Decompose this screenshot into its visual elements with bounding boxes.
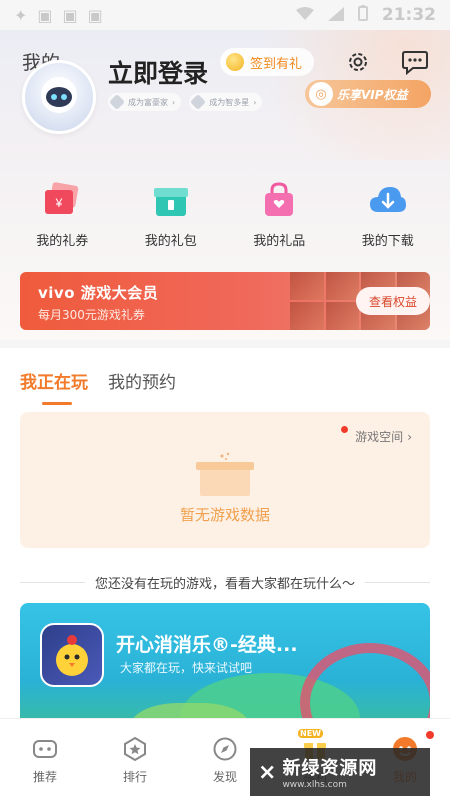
notification-dot <box>426 731 434 739</box>
quick-item-label: 我的礼券 <box>36 234 89 249</box>
level-chips: 成为富豪家 › 成为智多星 › <box>108 93 263 111</box>
hexagon-badge-icon <box>109 94 125 110</box>
notification-icon: ✦ <box>14 5 28 25</box>
settings-button[interactable] <box>342 46 374 78</box>
status-notification-icons: ✦ ▣ ▣ ▣ <box>14 6 103 25</box>
quick-actions: ¥ 我的礼券 我的礼包 我的礼品 我的下载 <box>0 180 450 260</box>
empty-state-text: 暂无游戏数据 <box>179 506 270 524</box>
wifi-icon <box>295 6 314 25</box>
avatar-robot-icon <box>41 77 77 113</box>
empty-box-icon <box>196 452 254 496</box>
level-chip-wisdom[interactable]: 成为智多星 › <box>189 93 263 111</box>
profile-header: 我的 立即登录 签到有礼 成为富豪家 › 成为智多星 › ◎ 乐享VIP权益 <box>0 30 450 160</box>
messages-button[interactable] <box>398 46 432 78</box>
notification-icon: ▣ <box>37 5 53 25</box>
vip-banner-subtitle: 每月300元游戏礼券 <box>38 308 145 322</box>
divider-line <box>20 581 85 583</box>
vip-badge-icon: ◎ <box>309 82 333 106</box>
section-divider <box>0 340 450 348</box>
quick-item-label: 我的礼包 <box>144 234 197 249</box>
quick-item-label: 我的礼品 <box>253 234 306 249</box>
level-chip-label: 成为富豪家 <box>128 97 168 107</box>
gift-box-icon <box>151 180 191 220</box>
signin-label: 签到有礼 <box>250 56 303 72</box>
game-title: 开心消消乐®-经典... <box>116 634 298 656</box>
status-time: 21:32 <box>381 5 436 25</box>
game-space-label: 游戏空间 <box>355 430 404 444</box>
game-subtitle: 大家都在玩，快来试试吧 <box>120 661 253 675</box>
game-tabs: 我正在玩 我的预约 <box>20 368 176 405</box>
chat-bubble-icon <box>402 51 428 75</box>
svg-text:¥: ¥ <box>55 196 63 210</box>
watermark: ⨯ 新绿资源网 www.xlhs.com <box>250 748 430 796</box>
signal-icon <box>327 6 344 25</box>
vip-membership-banner[interactable]: vivo 游戏大会员 每月300元游戏礼券 查看权益 <box>20 272 430 330</box>
compass-icon <box>211 735 239 763</box>
watermark-title: 新绿资源网 <box>282 758 378 779</box>
chevron-right-icon: › <box>407 429 412 444</box>
quick-item-gift-packs[interactable]: 我的礼包 <box>121 180 221 260</box>
tab-now-playing[interactable]: 我正在玩 <box>20 368 88 405</box>
view-benefits-button[interactable]: 查看权益 <box>356 287 430 315</box>
quick-item-label: 我的下载 <box>361 234 414 249</box>
game-space-link[interactable]: 游戏空间 › <box>341 426 412 445</box>
coupon-icon: ¥ <box>42 180 82 220</box>
vip-banner-title: vivo 游戏大会员 <box>38 284 159 302</box>
coin-icon <box>226 53 244 71</box>
recommendation-prompt: 您还没有在玩的游戏，看看大家都在玩什么～ <box>95 576 356 592</box>
nav-label: 发现 <box>212 770 237 784</box>
watermark-url: www.xlhs.com <box>282 780 347 790</box>
nav-ranking[interactable]: 排行 <box>100 735 170 800</box>
vip-tag-label: 乐享VIP权益 <box>337 87 408 102</box>
notification-icon: ▣ <box>87 5 103 25</box>
quick-item-downloads[interactable]: 我的下载 <box>338 180 438 260</box>
status-bar: ✦ ▣ ▣ ▣ 21:32 <box>0 0 450 30</box>
cloud-download-icon <box>368 180 408 220</box>
notification-icon: ▣ <box>62 5 78 25</box>
vip-benefits-button[interactable]: ◎ 乐享VIP权益 <box>305 80 431 108</box>
chevron-right-icon: › <box>253 97 257 107</box>
tab-reservations[interactable]: 我的预约 <box>108 368 176 405</box>
nav-label: 推荐 <box>32 770 57 784</box>
shopping-bag-icon <box>259 180 299 220</box>
hexagon-badge-icon <box>190 94 207 110</box>
quick-item-gifts[interactable]: 我的礼品 <box>229 180 329 260</box>
battery-icon <box>357 5 368 25</box>
gear-icon <box>349 53 367 71</box>
quick-item-coupons[interactable]: ¥ 我的礼券 <box>12 180 112 260</box>
level-chip-wealth[interactable]: 成为富豪家 › <box>108 93 182 111</box>
recommendation-divider: 您还没有在玩的游戏，看看大家都在玩什么～ <box>20 572 431 592</box>
now-playing-card: 游戏空间 › 暂无游戏数据 <box>20 412 430 548</box>
game-app-icon[interactable] <box>40 623 104 687</box>
login-button[interactable]: 立即登录 <box>108 54 208 90</box>
signin-button[interactable]: 签到有礼 <box>220 48 315 76</box>
level-chip-label: 成为智多星 <box>209 97 250 107</box>
chick-character-icon <box>56 635 88 676</box>
watermark-logo-icon: ⨯ <box>258 759 277 785</box>
nav-label: 排行 <box>122 770 147 784</box>
notification-dot <box>341 426 349 433</box>
gamepad-icon <box>31 735 59 763</box>
nav-recommend[interactable]: 推荐 <box>10 735 80 800</box>
new-badge: NEW <box>298 729 323 738</box>
chevron-right-icon: › <box>172 97 176 107</box>
divider-line <box>365 581 431 583</box>
ranking-icon <box>121 735 149 763</box>
featured-game-card[interactable]: 开心消消乐®-经典... 大家都在玩，快来试试吧 <box>20 603 430 733</box>
avatar[interactable] <box>22 60 96 134</box>
